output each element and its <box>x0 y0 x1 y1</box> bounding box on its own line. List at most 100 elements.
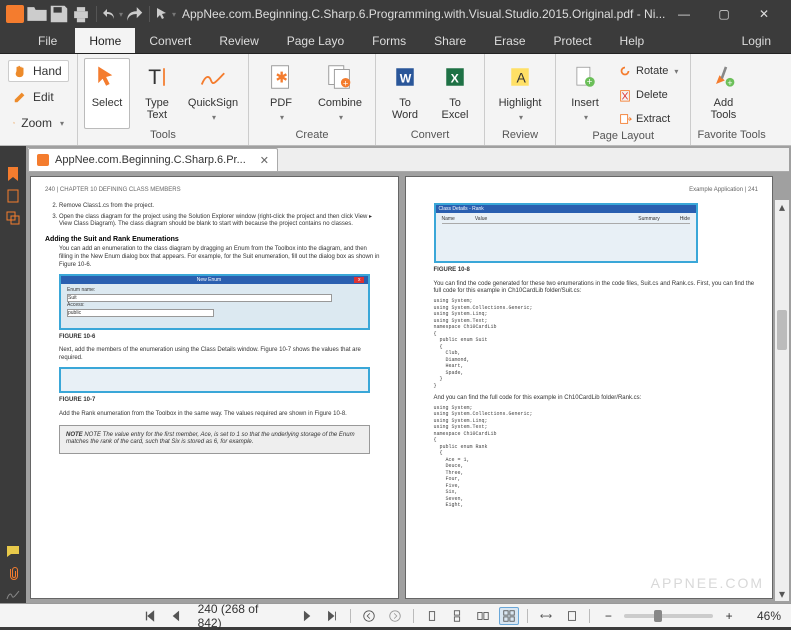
group-tools: Select T Type Text QuickSign▾ Tools <box>78 54 249 145</box>
fit-page-button[interactable] <box>562 607 582 625</box>
signature-icon <box>197 61 229 93</box>
document-tab[interactable]: AppNee.com.Beginning.C.Sharp.6.Pr... ✕ <box>28 148 278 171</box>
page-view[interactable]: 240 | CHAPTER 10 DEFINING CLASS MEMBERS … <box>26 172 791 603</box>
group-review: A Highlight▾ Review <box>485 54 556 145</box>
single-page-view-button[interactable] <box>422 607 442 625</box>
hand-icon <box>13 64 27 78</box>
workspace: AppNee.com.Beginning.C.Sharp.6.Pr... ✕ 2… <box>26 146 791 603</box>
group-create-label: Create <box>255 129 369 145</box>
type-text-icon: T <box>141 61 173 93</box>
redo-icon[interactable] <box>123 3 145 25</box>
delete-icon <box>618 88 632 102</box>
last-page-button[interactable] <box>322 607 342 625</box>
zoom-percent[interactable]: 46% <box>751 609 781 623</box>
delete-button[interactable]: Delete <box>612 84 684 106</box>
menu-home[interactable]: Home <box>75 28 135 53</box>
insert-button[interactable]: + Insert▾ <box>562 58 608 130</box>
menu-convert[interactable]: Convert <box>135 28 205 53</box>
menu-protect[interactable]: Protect <box>540 28 606 53</box>
zoom-in-button[interactable]: + <box>719 607 739 625</box>
page-right: Example Application | 241 Class Details … <box>405 176 774 599</box>
add-tools-button[interactable]: + Add Tools <box>697 58 749 129</box>
pages-icon[interactable] <box>5 188 21 204</box>
hand-tool[interactable]: Hand <box>8 60 69 82</box>
facing-continuous-view-button[interactable] <box>499 607 519 625</box>
scroll-thumb[interactable] <box>777 310 787 350</box>
excel-icon: X <box>439 61 471 93</box>
menu-help[interactable]: Help <box>606 28 659 53</box>
continuous-view-button[interactable] <box>448 607 468 625</box>
group-pagelayout-label: Page Layout <box>562 130 684 145</box>
prev-view-button[interactable] <box>359 607 379 625</box>
attachments-icon[interactable] <box>5 565 21 581</box>
window-title: AppNee.com.Beginning.C.Sharp.6.Programmi… <box>176 7 669 21</box>
statusbar: 240 (268 of 842) − + 46% <box>0 603 791 627</box>
extract-icon <box>618 112 632 126</box>
login-link[interactable]: Login <box>742 28 791 53</box>
zoom-slider-knob[interactable] <box>654 610 662 622</box>
next-page-button[interactable] <box>297 607 317 625</box>
close-button[interactable]: ✕ <box>749 2 779 26</box>
comments-icon[interactable] <box>5 543 21 559</box>
facing-view-button[interactable] <box>473 607 493 625</box>
add-tools-icon: + <box>707 61 739 93</box>
to-word-button[interactable]: W To Word <box>382 58 428 129</box>
maximize-button[interactable]: ▢ <box>709 2 739 26</box>
first-page-button[interactable] <box>140 607 160 625</box>
bookmarks-icon[interactable] <box>5 166 21 182</box>
group-tools-label: Tools <box>84 129 242 145</box>
svg-text:A: A <box>517 69 527 85</box>
select-cursor-icon <box>91 61 123 93</box>
next-view-button[interactable] <box>385 607 405 625</box>
figure-10-7 <box>59 367 370 393</box>
tab-close-icon[interactable]: ✕ <box>260 154 269 167</box>
word-icon: W <box>389 61 421 93</box>
extract-button[interactable]: Extract <box>612 108 684 130</box>
figure-10-6: New Enumx Enum name:Suit Access:public <box>59 274 370 330</box>
layers-icon[interactable] <box>5 210 21 226</box>
undo-icon[interactable]: ▾ <box>101 3 123 25</box>
quicksign-button[interactable]: QuickSign▾ <box>184 58 242 129</box>
group-convert: W To Word X To Excel Convert <box>376 54 485 145</box>
minimize-button[interactable]: — <box>669 2 699 26</box>
menu-review[interactable]: Review <box>205 28 272 53</box>
zoom-slider[interactable] <box>624 614 713 618</box>
mode-tools: Hand Edit Zoom▾ <box>0 54 78 145</box>
edit-tool[interactable]: Edit <box>8 86 69 108</box>
combine-button[interactable]: + Combine▾ <box>311 58 369 129</box>
open-icon[interactable] <box>26 3 48 25</box>
type-text-button[interactable]: T Type Text <box>134 58 180 129</box>
cursor-select-icon[interactable]: ▾ <box>154 3 176 25</box>
menu-share[interactable]: Share <box>420 28 480 53</box>
prev-page-button[interactable] <box>166 607 186 625</box>
insert-page-icon: + <box>569 61 601 93</box>
page-indicator[interactable]: 240 (268 of 842) <box>192 602 291 630</box>
zoom-tool[interactable]: Zoom▾ <box>8 112 69 134</box>
zoom-out-button[interactable]: − <box>598 607 618 625</box>
pdf-button[interactable]: ✱ PDF▾ <box>255 58 307 129</box>
select-button[interactable]: Select <box>84 58 130 129</box>
highlight-icon: A <box>504 61 536 93</box>
save-icon[interactable] <box>48 3 70 25</box>
menubar: File Home Convert Review Page Layo Forms… <box>0 28 791 54</box>
pdf-create-icon: ✱ <box>265 61 297 93</box>
rotate-button[interactable]: Rotate▾ <box>612 60 684 82</box>
scroll-down-icon[interactable]: ▾ <box>775 587 789 601</box>
figure-10-8: Class Details - Rank NameValueSummaryHid… <box>434 203 699 263</box>
svg-text:✱: ✱ <box>275 70 288 87</box>
vertical-scrollbar[interactable]: ▴ ▾ <box>775 200 789 601</box>
ribbon: Hand Edit Zoom▾ Select T Type Text Quick… <box>0 54 791 146</box>
menu-file[interactable]: File <box>20 28 75 53</box>
to-excel-button[interactable]: X To Excel <box>432 58 478 129</box>
highlight-button[interactable]: A Highlight▾ <box>491 58 549 129</box>
group-page-layout: + Insert▾ Rotate▾ Delete Extract Page La… <box>556 54 691 145</box>
app-icon <box>6 5 24 23</box>
group-favorites: + Add Tools Favorite Tools <box>691 54 771 145</box>
print-icon[interactable] <box>70 3 92 25</box>
menu-erase[interactable]: Erase <box>480 28 539 53</box>
fit-width-button[interactable] <box>536 607 556 625</box>
signatures-panel-icon[interactable] <box>5 587 21 603</box>
menu-forms[interactable]: Forms <box>358 28 420 53</box>
menu-page-layout[interactable]: Page Layo <box>273 28 358 53</box>
scroll-up-icon[interactable]: ▴ <box>775 200 789 214</box>
